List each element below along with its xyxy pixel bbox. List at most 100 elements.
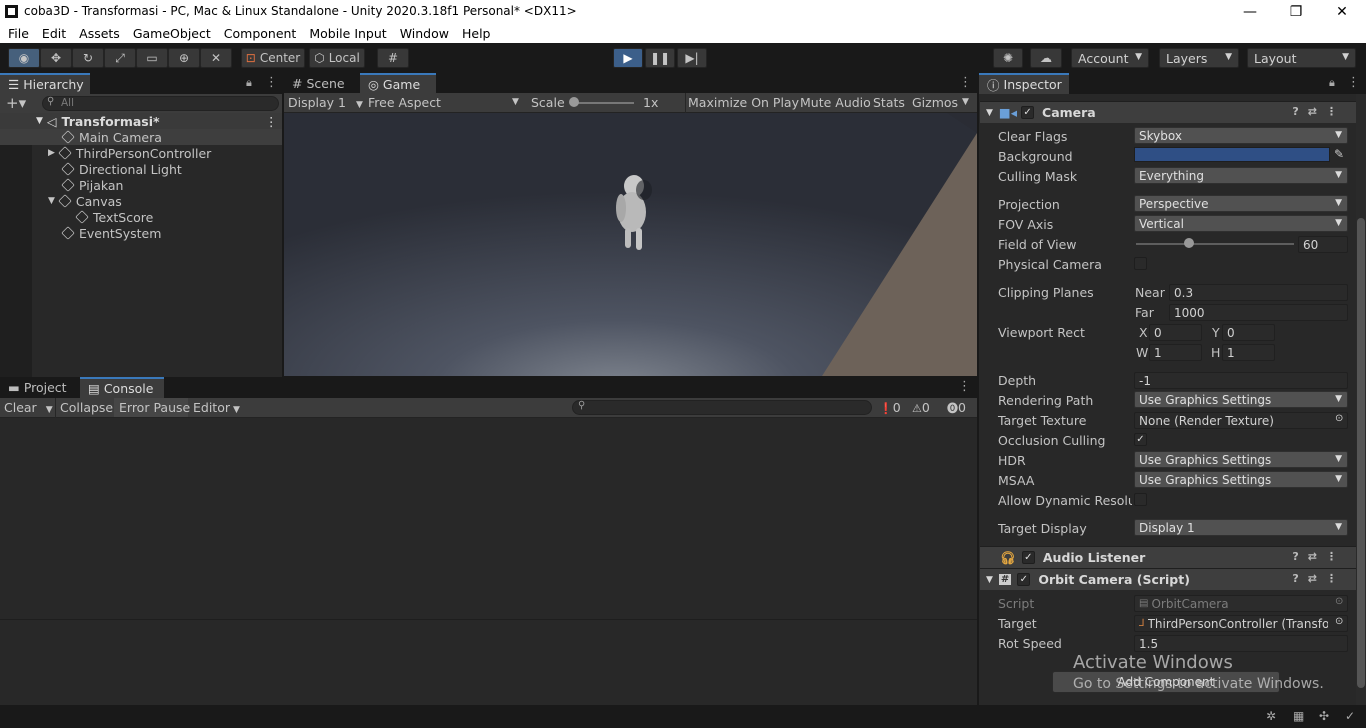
play-button[interactable]: ▶ <box>613 48 643 68</box>
fov-slider-handle[interactable] <box>1184 238 1194 248</box>
scale-slider-track[interactable] <box>570 102 634 104</box>
log-count-toggle[interactable]: ❗0 <box>879 400 901 415</box>
close-button[interactable]: ✕ <box>1319 0 1365 23</box>
transform-tool-icon[interactable]: ⊕ <box>168 48 200 68</box>
pivot-center-button[interactable]: ⊡ Center <box>241 48 305 68</box>
fov-value-field[interactable]: 60 <box>1298 236 1348 253</box>
physical-camera-checkbox[interactable] <box>1134 257 1147 270</box>
console-search-input[interactable]: ⚲ <box>572 400 872 415</box>
tab-console[interactable]: ▤ Console <box>80 377 164 398</box>
kebab-menu-icon[interactable]: ⋮ <box>1347 75 1360 90</box>
rendering-path-dropdown[interactable]: Use Graphics Settings ▼ <box>1134 391 1348 408</box>
menu-mobile-input[interactable]: Mobile Input <box>309 26 386 41</box>
msaa-dropdown[interactable]: Use Graphics Settings ▼ <box>1134 471 1348 488</box>
clear-button[interactable]: Clear ▼ <box>4 400 53 415</box>
pivot-local-button[interactable]: ⬡ Local <box>309 48 365 68</box>
object-picker-icon[interactable]: ⊙ <box>1335 616 1344 627</box>
x-field[interactable]: 0 <box>1149 324 1202 341</box>
scale-tool-icon[interactable]: ⤢ <box>104 48 136 68</box>
check-circle-icon[interactable]: ✓ <box>1345 709 1355 723</box>
expand-arrow-icon[interactable]: ▼ <box>48 196 55 206</box>
collapse-toggle[interactable]: Collapse <box>60 400 113 415</box>
audio-listener-checkbox[interactable]: ✓ <box>1021 551 1035 564</box>
h-field[interactable]: 1 <box>1222 344 1275 361</box>
hdr-dropdown[interactable]: Use Graphics Settings ▼ <box>1134 451 1348 468</box>
error-pause-toggle[interactable]: Error Pause <box>119 400 190 415</box>
orbit-camera-checkbox[interactable]: ✓ <box>1017 573 1031 586</box>
menu-gameobject[interactable]: GameObject <box>133 26 211 41</box>
expand-arrow-icon[interactable]: ▶ <box>48 148 55 158</box>
move-tool-icon[interactable]: ✥ <box>40 48 72 68</box>
layout-dropdown[interactable]: Layout ▼ <box>1247 48 1356 68</box>
fov-slider-track[interactable] <box>1136 243 1294 245</box>
warning-count-toggle[interactable]: ⚠0 <box>912 400 930 415</box>
minimize-button[interactable]: — <box>1227 0 1273 23</box>
lock-icon[interactable]: 🔒︎ <box>246 76 252 90</box>
kebab-menu-icon[interactable]: ⋮ <box>265 114 278 129</box>
kebab-menu-icon[interactable]: ⋮ <box>959 75 972 90</box>
expand-arrow-icon[interactable]: ▼ <box>986 575 993 585</box>
menu-assets[interactable]: Assets <box>79 26 120 41</box>
layers-dropdown[interactable]: Layers ▼ <box>1159 48 1239 68</box>
audio-listener-header[interactable]: 🎧︎ ✓ Audio Listener ?⇄⋮ <box>980 546 1356 568</box>
account-dropdown[interactable]: Account ▼ <box>1071 48 1149 68</box>
pause-button[interactable]: ❚❚ <box>645 48 675 68</box>
orbit-camera-header[interactable]: ▼ # ✓ Orbit Camera (Script) ?⇄⋮ <box>980 568 1356 590</box>
progress-spinner-icon[interactable]: ✲ <box>1266 709 1276 723</box>
cloud-icon[interactable]: ☁ <box>1030 48 1062 68</box>
cache-server-icon[interactable]: ▦ <box>1293 709 1304 723</box>
view-tool-eye-icon[interactable]: ◉ <box>8 48 40 68</box>
custom-tool-icon[interactable]: ✕ <box>200 48 232 68</box>
menu-window[interactable]: Window <box>400 26 449 41</box>
gizmos-toggle[interactable]: Gizmos <box>912 95 958 110</box>
w-field[interactable]: 1 <box>1149 344 1202 361</box>
component-header-icons[interactable]: ?⇄⋮ <box>1292 105 1346 118</box>
clear-flags-dropdown[interactable]: Skybox ▼ <box>1134 127 1348 144</box>
menu-edit[interactable]: Edit <box>42 26 66 41</box>
tab-project[interactable]: ▬ Project <box>0 377 80 398</box>
grid-snap-icon[interactable]: # <box>377 48 409 68</box>
error-count-toggle[interactable]: ⓿0 <box>947 400 966 416</box>
component-header-icons[interactable]: ?⇄⋮ <box>1292 572 1346 585</box>
add-object-button[interactable]: +▾ <box>6 94 26 112</box>
editor-dropdown[interactable]: Editor ▼ <box>193 400 240 415</box>
tab-inspector[interactable]: ⓘ Inspector <box>979 73 1069 94</box>
target-display-dropdown[interactable]: Display 1 ▼ <box>1134 519 1348 536</box>
dynamic-resolution-checkbox[interactable] <box>1134 493 1147 506</box>
tab-scene[interactable]: # Scene <box>284 73 358 94</box>
aspect-dropdown[interactable]: Free Aspect ▼ <box>368 95 522 110</box>
menu-help[interactable]: Help <box>462 26 491 41</box>
fov-axis-dropdown[interactable]: Vertical ▼ <box>1134 215 1348 232</box>
display-dropdown[interactable]: Display 1 ▼ <box>288 95 363 110</box>
target-field[interactable]: ⅃ ThirdPersonController (Transforr ⊙ <box>1134 615 1348 632</box>
chevron-down-icon[interactable]: ▼ <box>962 97 969 107</box>
list-item[interactable]: ▼ Canvas <box>0 193 282 209</box>
list-item[interactable]: Main Camera <box>0 129 282 145</box>
kebab-menu-icon[interactable]: ⋮ <box>265 75 278 90</box>
rect-tool-icon[interactable]: ▭ <box>136 48 168 68</box>
kebab-menu-icon[interactable]: ⋮ <box>958 379 971 394</box>
list-item[interactable]: TextScore <box>0 209 282 225</box>
rotate-tool-icon[interactable]: ↻ <box>72 48 104 68</box>
eyedropper-icon[interactable]: ✎ <box>1334 147 1344 161</box>
projection-dropdown[interactable]: Perspective ▼ <box>1134 195 1348 212</box>
rot-speed-field[interactable]: 1.5 <box>1134 635 1348 652</box>
scrollbar-thumb[interactable] <box>1357 218 1365 688</box>
maximize-on-play-toggle[interactable]: Maximize On Play <box>688 95 799 110</box>
depth-field[interactable]: -1 <box>1134 372 1348 389</box>
menu-component[interactable]: Component <box>224 26 297 41</box>
step-button[interactable]: ▶| <box>677 48 707 68</box>
menu-file[interactable]: File <box>8 26 29 41</box>
culling-mask-dropdown[interactable]: Everything ▼ <box>1134 167 1348 184</box>
tab-hierarchy[interactable]: ☰ Hierarchy <box>0 73 90 94</box>
expand-arrow-icon[interactable]: ▼ <box>986 108 993 118</box>
target-texture-field[interactable]: None (Render Texture) ⊙ <box>1134 412 1348 429</box>
list-item[interactable]: ▶ ThirdPersonController <box>0 145 282 161</box>
mute-audio-toggle[interactable]: Mute Audio <box>800 95 871 110</box>
background-color-field[interactable] <box>1134 147 1330 162</box>
list-item[interactable]: Pijakan <box>0 177 282 193</box>
list-item[interactable]: EventSystem <box>0 225 282 241</box>
y-field[interactable]: 0 <box>1222 324 1275 341</box>
component-header-icons[interactable]: ?⇄⋮ <box>1292 550 1346 563</box>
object-picker-icon[interactable]: ⊙ <box>1335 413 1343 424</box>
